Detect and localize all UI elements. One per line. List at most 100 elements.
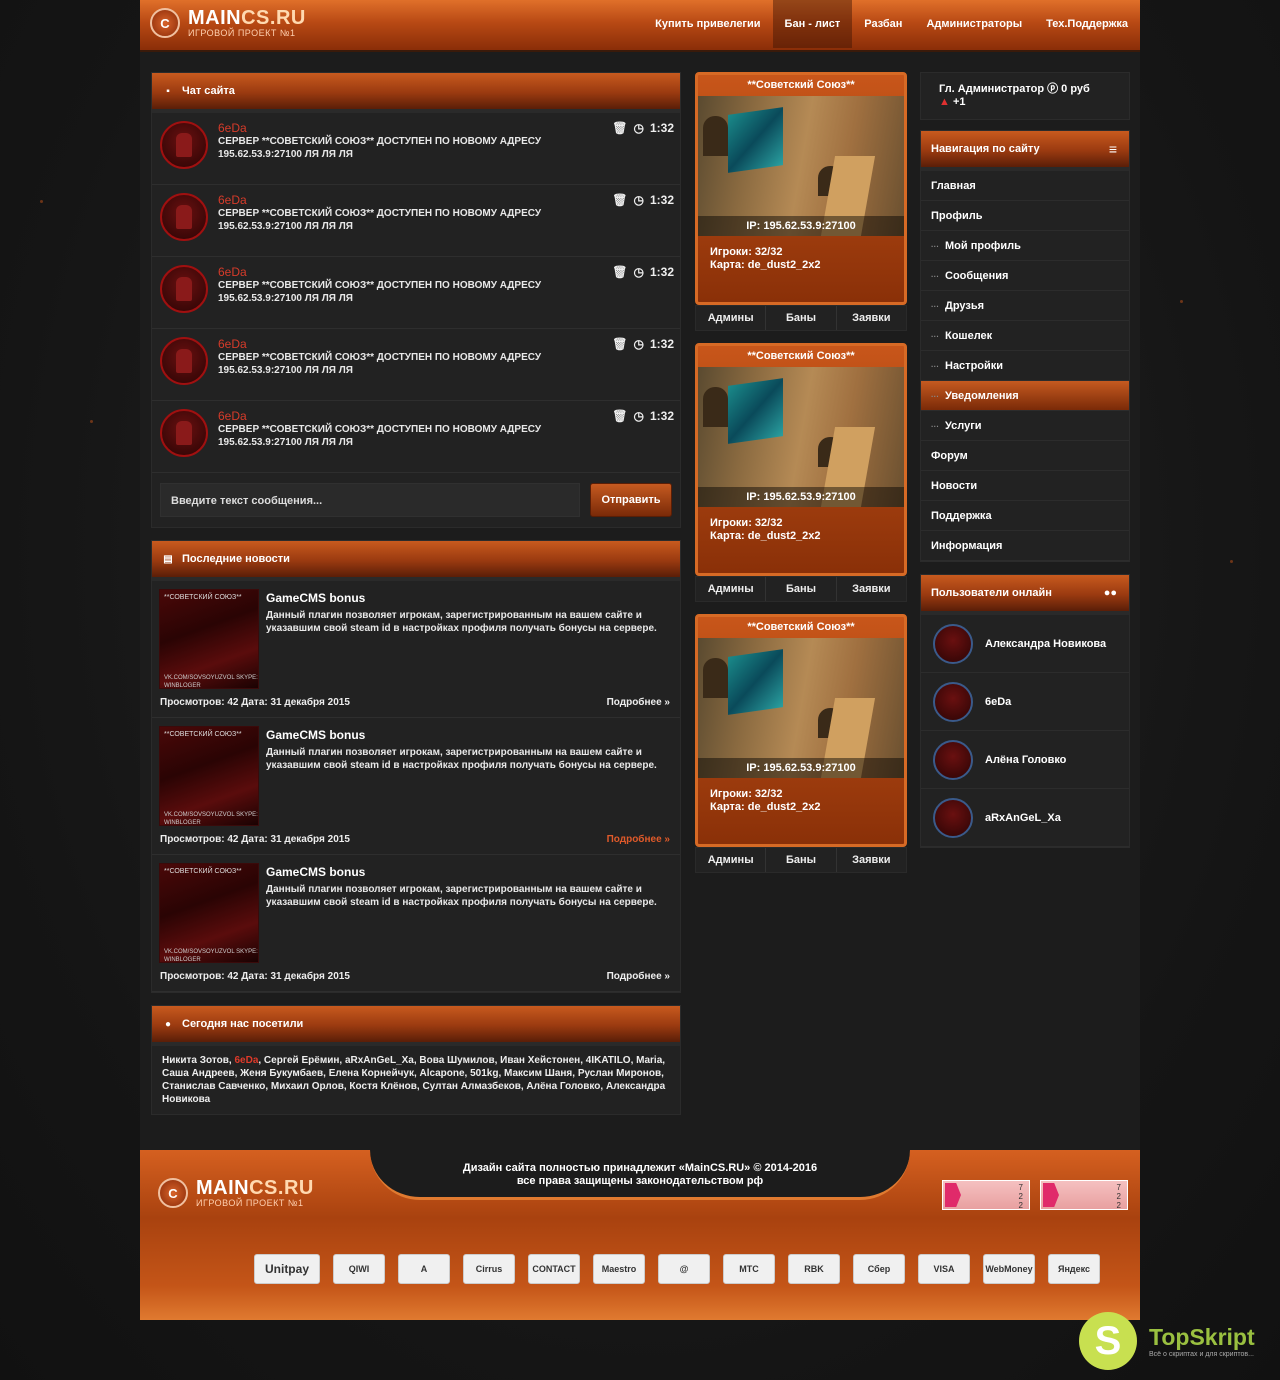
counter-widget[interactable]: 722 [942, 1180, 1030, 1210]
trash-icon[interactable]: 🗑 [612, 265, 627, 279]
avatar[interactable] [933, 739, 973, 780]
account-balance[interactable]: 0 руб [1061, 83, 1090, 95]
chat-author[interactable]: 6eDa [218, 409, 247, 423]
trash-icon[interactable]: 🗑 [612, 121, 627, 135]
server-requests-button[interactable]: Заявки [837, 848, 906, 872]
trash-icon[interactable]: 🗑 [612, 337, 627, 351]
server-bans-button[interactable]: Баны [766, 577, 837, 601]
footer-logo[interactable]: C MAINCS.RU ИГРОВОЙ ПРОЕКТ №1 [158, 1178, 314, 1208]
reputation-icon: ▲ [939, 96, 950, 108]
visitor-highlight[interactable]: 6eDa [234, 1055, 258, 1066]
sidebar-nav-item[interactable]: Поддержка [921, 501, 1129, 531]
read-more-link[interactable]: Подробнее » [607, 971, 670, 982]
online-user[interactable]: 6eDa [921, 673, 1129, 731]
chat-author[interactable]: 6eDa [218, 265, 247, 279]
server-card[interactable]: **Советский Союз** IP: 195.62.53.9:27100 И… [695, 343, 907, 576]
server-actions: Админы Баны Заявки [695, 847, 907, 873]
payment-method-icon: Unitpay [254, 1254, 320, 1284]
chat-time: 1:32 [649, 265, 674, 279]
sidebar-nav-item[interactable]: Кошелек [921, 321, 1129, 351]
avatar[interactable] [160, 193, 208, 241]
users-group-icon: ●● [1103, 587, 1117, 599]
chat-author[interactable]: 6eDa [218, 337, 247, 351]
online-header: Пользователи онлайн ●● [921, 575, 1129, 615]
sidebar-nav-item[interactable]: Форум [921, 441, 1129, 471]
avatar[interactable] [933, 623, 973, 664]
sidebar-nav-item[interactable]: Настройки [921, 351, 1129, 381]
read-more-link[interactable]: Подробнее » [607, 834, 670, 845]
server-card[interactable]: **Советский Союз** IP: 195.62.53.9:27100 И… [695, 72, 907, 305]
news-thumbnail[interactable]: **СОВЕТСКИЙ СОЮЗ** VK.COM/SOVSOYUZVOL SKY… [159, 726, 259, 826]
sidebar-nav-item[interactable]: Новости [921, 471, 1129, 501]
avatar[interactable] [933, 681, 973, 722]
trash-icon[interactable]: 🗑 [612, 193, 627, 207]
payment-method-icon: Сбер [853, 1254, 905, 1284]
sidebar-nav-item[interactable]: Друзья [921, 291, 1129, 321]
nav-unban[interactable]: Разбан [852, 0, 914, 48]
sidebar-nav-item[interactable]: Услуги [921, 411, 1129, 441]
server-requests-button[interactable]: Заявки [837, 577, 906, 601]
server-admins-button[interactable]: Админы [696, 577, 767, 601]
thumb-caption-top: **СОВЕТСКИЙ СОЮЗ** [164, 868, 242, 875]
server-card[interactable]: **Советский Союз** IP: 195.62.53.9:27100 И… [695, 614, 907, 847]
online-user-name[interactable]: Александра Новикова [985, 638, 1106, 650]
server-map-image [698, 96, 904, 236]
chat-icon: ▪ [166, 85, 170, 97]
avatar[interactable] [160, 409, 208, 457]
send-button[interactable]: Отправить [590, 483, 672, 517]
counter-widget[interactable]: 722 [1040, 1180, 1128, 1210]
server-bans-button[interactable]: Баны [766, 306, 837, 330]
online-user-name[interactable]: aRxAnGeL_Xa [985, 812, 1061, 824]
payment-method-icon: WebMoney [983, 1254, 1035, 1284]
sidebar-nav-item[interactable]: Мой профиль [921, 231, 1129, 261]
chat-message-text: СЕРВЕР **СОВЕТСКИЙ СОЮЗ** ДОСТУПЕН ПО НО… [218, 280, 542, 304]
server-widget: **Советский Союз** IP: 195.62.53.9:27100 И… [695, 614, 907, 873]
news-thumbnail[interactable]: **СОВЕТСКИЙ СОЮЗ** VK.COM/SOVSOYUZVOL SKY… [159, 863, 259, 963]
read-more-link[interactable]: Подробнее » [607, 697, 670, 708]
thumb-caption-bottom: VK.COM/SOVSOYUZVOL SKYPE: WINBLOGER [164, 675, 258, 689]
nav-admins[interactable]: Администраторы [914, 0, 1034, 48]
chat-author[interactable]: 6eDa [218, 193, 247, 207]
chat-message: 6eDa СЕРВЕР **СОВЕТСКИЙ СОЮЗ** ДОСТУПЕН П… [152, 329, 680, 401]
nav-buy-privileges[interactable]: Купить привелегии [643, 0, 772, 48]
server-admins-button[interactable]: Админы [696, 848, 767, 872]
server-admins-button[interactable]: Админы [696, 306, 767, 330]
sidebar-nav-item[interactable]: Главная [921, 171, 1129, 201]
online-user-name[interactable]: Алёна Головко [985, 754, 1066, 766]
online-user[interactable]: aRxAnGeL_Xa [921, 789, 1129, 847]
trash-icon[interactable]: 🗑 [612, 409, 627, 423]
chat-message-input[interactable]: Введите текст сообщения... [160, 483, 580, 517]
server-bans-button[interactable]: Баны [766, 848, 837, 872]
spark-decoration [1230, 560, 1233, 563]
online-user[interactable]: Алёна Головко [921, 731, 1129, 789]
watermark-logo-icon: S [1079, 1312, 1137, 1370]
map-wall [728, 378, 783, 444]
news-item-title[interactable]: GameCMS bonus [266, 728, 365, 742]
avatar[interactable] [933, 797, 973, 838]
chat-time: 1:32 [649, 409, 674, 423]
news-item-title[interactable]: GameCMS bonus [266, 591, 365, 605]
cs-logo-icon: C [150, 8, 180, 38]
server-requests-button[interactable]: Заявки [837, 306, 906, 330]
avatar[interactable] [160, 337, 208, 385]
thumb-caption-bottom: VK.COM/SOVSOYUZVOL SKYPE: WINBLOGER [164, 812, 258, 826]
sidebar-nav-item[interactable]: Профиль [921, 201, 1129, 231]
site-logo[interactable]: C MAINCS.RU ИГРОВОЙ ПРОЕКТ №1 [150, 8, 306, 38]
sidebar-nav-item[interactable]: Сообщения [921, 261, 1129, 291]
hamburger-icon[interactable]: ≡ [1109, 141, 1117, 157]
news-thumbnail[interactable]: **СОВЕТСКИЙ СОЮЗ** VK.COM/SOVSOYUZVOL SKY… [159, 589, 259, 689]
clock-icon: ◷ [633, 409, 644, 423]
online-user-name[interactable]: 6eDa [985, 696, 1011, 708]
avatar[interactable] [160, 265, 208, 313]
news-item-title[interactable]: GameCMS bonus [266, 865, 365, 879]
online-user[interactable]: Александра Новикова [921, 615, 1129, 673]
sidebar-nav-item[interactable]: Уведомления [921, 381, 1129, 411]
account-box: Гл. Администратор ⓟ 0 руб ▲ +1 [920, 72, 1130, 120]
clock-icon: ◷ [633, 193, 644, 207]
nav-ban-list[interactable]: Бан - лист [772, 0, 853, 48]
nav-support[interactable]: Тех.Поддержка [1034, 0, 1140, 48]
payment-method-icon: @ [658, 1254, 710, 1284]
sidebar-nav-item[interactable]: Информация [921, 531, 1129, 561]
chat-author[interactable]: 6eDa [218, 121, 247, 135]
avatar[interactable] [160, 121, 208, 169]
